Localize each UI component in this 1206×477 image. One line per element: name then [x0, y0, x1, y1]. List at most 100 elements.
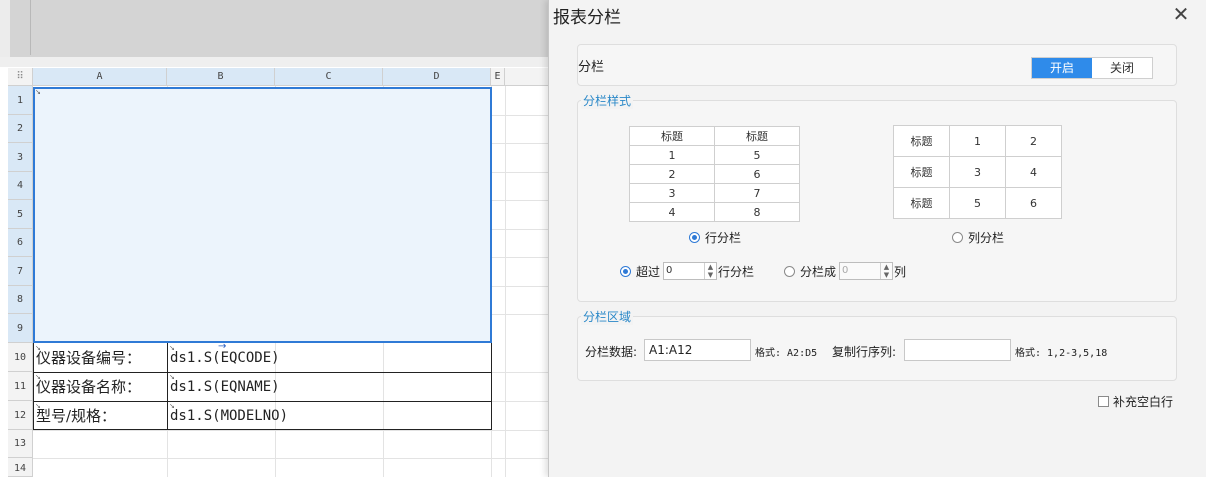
cell-a10[interactable]: 仪器设备编号：: [36, 344, 141, 372]
column-header-a[interactable]: A: [33, 68, 167, 86]
row-header-14[interactable]: 14: [8, 458, 33, 477]
selected-range[interactable]: [33, 87, 492, 343]
row-header-12[interactable]: 12: [8, 401, 33, 430]
preview-cell: 2: [1005, 125, 1062, 157]
preview-row: 4 8: [629, 202, 800, 222]
preview-cell: 6: [1005, 187, 1062, 219]
preview-row: 3 7: [629, 183, 800, 203]
stepper-arrows-icon[interactable]: ▲ ▼: [880, 263, 892, 279]
row-split-preview: 标题 标题 1 5 2 6 3 7 4 8: [629, 126, 800, 222]
radio-unchecked-icon: [784, 266, 795, 277]
cell-b11[interactable]: ds1.S(EQNAME): [170, 373, 280, 401]
preview-row: 1 5: [629, 145, 800, 165]
sheet-toolbar-area: [0, 0, 548, 67]
cell-a11[interactable]: 仪器设备名称：: [36, 373, 141, 401]
column-split-label: 列分栏: [968, 231, 1005, 245]
ruler-line: [30, 0, 40, 55]
row-header-6[interactable]: 6: [8, 229, 33, 257]
checkbox-unchecked-icon: [1098, 396, 1109, 407]
row-header-5[interactable]: 5: [8, 200, 33, 229]
preview-cell: 标题: [629, 126, 715, 146]
select-all-icon[interactable]: ⠿: [8, 68, 33, 86]
split-columns-radio[interactable]: 分栏成: [784, 263, 836, 280]
split-data-input[interactable]: A1:A12: [644, 339, 751, 361]
row-header-4[interactable]: 4: [8, 172, 33, 200]
format-hint-rows: 格式: 1,2-3,5,18: [1015, 348, 1108, 359]
row-header-11[interactable]: 11: [8, 372, 33, 401]
radio-checked-icon: [689, 232, 700, 243]
cell-b10[interactable]: ds1.S(EQCODE): [170, 344, 280, 372]
split-data-label: 分栏数据:: [585, 345, 638, 359]
row-header-13[interactable]: 13: [8, 430, 33, 458]
preview-row: 标题 3 4: [893, 156, 1062, 188]
preview-row: 2 6: [629, 164, 800, 184]
preview-cell: 标题: [714, 126, 800, 146]
row-header-7[interactable]: 7: [8, 257, 33, 286]
preview-cell: 标题: [893, 125, 950, 157]
preview-cell: 3: [949, 156, 1006, 188]
section-title-area: 分栏区域: [581, 308, 634, 325]
column-split-dialog: 报表分栏 ✕ 分栏 开启 关闭 分栏样式 标题 标题 1 5 2 6 3 7 4…: [548, 0, 1206, 477]
preview-cell: 5: [949, 187, 1006, 219]
row-header-10[interactable]: 10: [8, 343, 33, 372]
exceed-rows-radio[interactable]: 超过: [620, 263, 660, 280]
toggle-on-button[interactable]: 开启: [1032, 58, 1092, 78]
row-header-1[interactable]: 1: [8, 86, 33, 115]
preview-cell: 1: [629, 145, 715, 165]
radio-unchecked-icon: [952, 232, 963, 243]
toggle-off-button[interactable]: 关闭: [1092, 58, 1152, 78]
preview-cell: 2: [629, 164, 715, 184]
preview-cell: 6: [714, 164, 800, 184]
repeat-rows-input[interactable]: [904, 339, 1011, 361]
preview-cell: 标题: [893, 156, 950, 188]
fill-blank-label: 补充空白行: [1113, 395, 1174, 409]
row-header-8[interactable]: 8: [8, 286, 33, 314]
dialog-title: 报表分栏: [553, 8, 621, 28]
row-header-3[interactable]: 3: [8, 143, 33, 172]
column-header-c[interactable]: C: [275, 68, 383, 86]
column-split-radio[interactable]: 列分栏: [952, 229, 1004, 246]
section-title-style: 分栏样式: [581, 92, 634, 109]
exceed-rows-value: 0: [666, 265, 673, 276]
split-label: 分栏: [578, 60, 605, 75]
column-header-e[interactable]: E: [491, 68, 505, 86]
preview-row: 标题 5 6: [893, 187, 1062, 219]
row-split-radio[interactable]: 行分栏: [689, 229, 741, 246]
row-header-9[interactable]: 9: [8, 314, 33, 343]
exceed-label: 超过: [636, 265, 661, 279]
close-icon[interactable]: ✕: [1169, 3, 1193, 27]
format-hint-range: 格式: A2:D5: [755, 348, 818, 359]
split-columns-stepper[interactable]: 0 ▲ ▼: [839, 262, 893, 280]
repeat-rows-label: 复制行序列:: [832, 345, 897, 359]
stepper-arrows-icon[interactable]: ▲ ▼: [704, 263, 716, 279]
split-columns-value: 0: [842, 265, 849, 276]
exceed-suffix: 行分栏: [718, 265, 755, 279]
split-into-label: 分栏成: [800, 265, 837, 279]
column-header-blank: [505, 68, 548, 86]
cell-b12[interactable]: ds1.S(MODELNO): [170, 402, 288, 430]
column-split-preview: 标题 1 2 标题 3 4 标题 5 6: [893, 125, 1062, 219]
column-header-b[interactable]: B: [167, 68, 275, 86]
preview-cell: 5: [714, 145, 800, 165]
split-suffix: 列: [894, 265, 907, 279]
cell-marker-icon: ↘: [35, 88, 41, 96]
row-header-2[interactable]: 2: [8, 115, 33, 143]
preview-cell: 4: [1005, 156, 1062, 188]
split-toggle: 开启 关闭: [1031, 57, 1153, 79]
exceed-rows-stepper[interactable]: 0 ▲ ▼: [663, 262, 717, 280]
preview-cell: 4: [629, 202, 715, 222]
grid-line: [33, 430, 548, 431]
preview-row: 标题 标题: [629, 126, 800, 146]
radio-checked-icon: [620, 266, 631, 277]
grid-line: [505, 86, 506, 477]
spreadsheet: ⠿ A B C D E 1 2 3 4 5 6 7 8 9 10 11 12 1…: [0, 0, 548, 477]
fill-blank-rows-checkbox[interactable]: 补充空白行: [1098, 393, 1173, 410]
preview-cell: 8: [714, 202, 800, 222]
preview-cell: 标题: [893, 187, 950, 219]
cell-a12[interactable]: 型号/规格：: [36, 402, 116, 430]
preview-cell: 7: [714, 183, 800, 203]
preview-cell: 3: [629, 183, 715, 203]
row-split-label: 行分栏: [705, 231, 742, 245]
column-header-d[interactable]: D: [383, 68, 491, 86]
grid-line: [33, 458, 548, 459]
